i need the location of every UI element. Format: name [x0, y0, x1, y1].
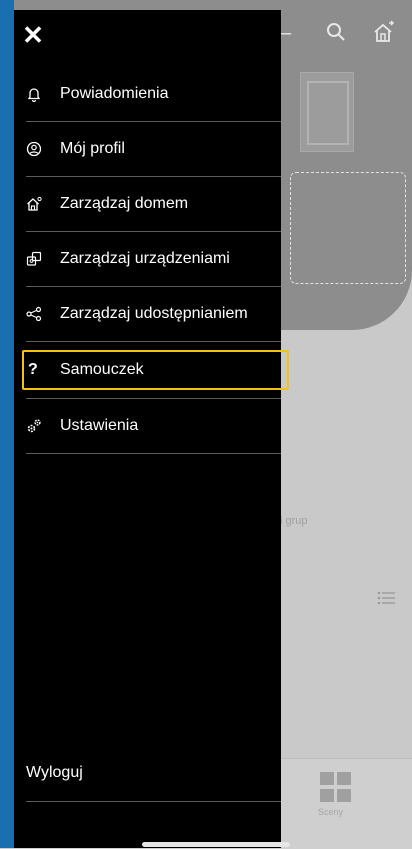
menu-item-label: Powiadomienia	[60, 85, 169, 102]
devices-icon	[26, 251, 60, 267]
menu-item-manage-devices[interactable]: Zarządzaj urządzeniami	[26, 232, 281, 287]
question-icon: ?	[28, 361, 38, 378]
scenes-tab-label[interactable]: Sceny	[318, 807, 343, 817]
menu-item-manage-home[interactable]: Zarządzaj domem	[26, 177, 281, 232]
bell-icon	[26, 86, 60, 102]
menu-item-tutorial[interactable]: ? Samouczek	[22, 350, 289, 390]
search-icon[interactable]	[326, 22, 346, 48]
scenes-tab-icon[interactable]	[320, 772, 352, 802]
menu-item-notifications[interactable]: Powiadomienia	[26, 67, 281, 122]
background-text: i grup	[280, 515, 308, 527]
home-switch-icon[interactable]	[372, 20, 396, 50]
share-icon	[26, 306, 60, 322]
drawer-menu: Powiadomienia Mój profil Zarządzaj domem…	[22, 67, 289, 454]
list-view-icon[interactable]	[377, 590, 395, 606]
settings-icon	[26, 418, 60, 434]
menu-item-label: Zarządzaj urządzeniami	[60, 250, 230, 267]
divider	[26, 801, 281, 802]
add-room-placeholder[interactable]	[290, 172, 406, 284]
menu-item-label: Ustawienia	[60, 417, 139, 434]
room-image	[300, 72, 354, 152]
menu-item-label: Samouczek	[60, 361, 144, 378]
home-indicator[interactable]	[142, 842, 290, 847]
menu-item-label: Mój profil	[60, 140, 125, 157]
close-drawer-button[interactable]: ✕	[22, 22, 44, 48]
menu-item-settings[interactable]: Ustawienia	[26, 399, 281, 454]
screen-edge	[0, 0, 14, 848]
profile-icon	[26, 141, 60, 157]
menu-item-label: Zarządzaj domem	[60, 195, 189, 212]
menu-item-manage-sharing[interactable]: Zarządzaj udostępnianiem	[26, 287, 281, 342]
menu-item-profile[interactable]: Mój profil	[26, 122, 281, 177]
minus-icon[interactable]: –	[280, 22, 291, 45]
logout-button[interactable]: Wyloguj	[26, 764, 83, 782]
home-gear-icon	[26, 196, 60, 212]
menu-item-label: Zarządzaj udostępnianiem	[60, 305, 248, 322]
